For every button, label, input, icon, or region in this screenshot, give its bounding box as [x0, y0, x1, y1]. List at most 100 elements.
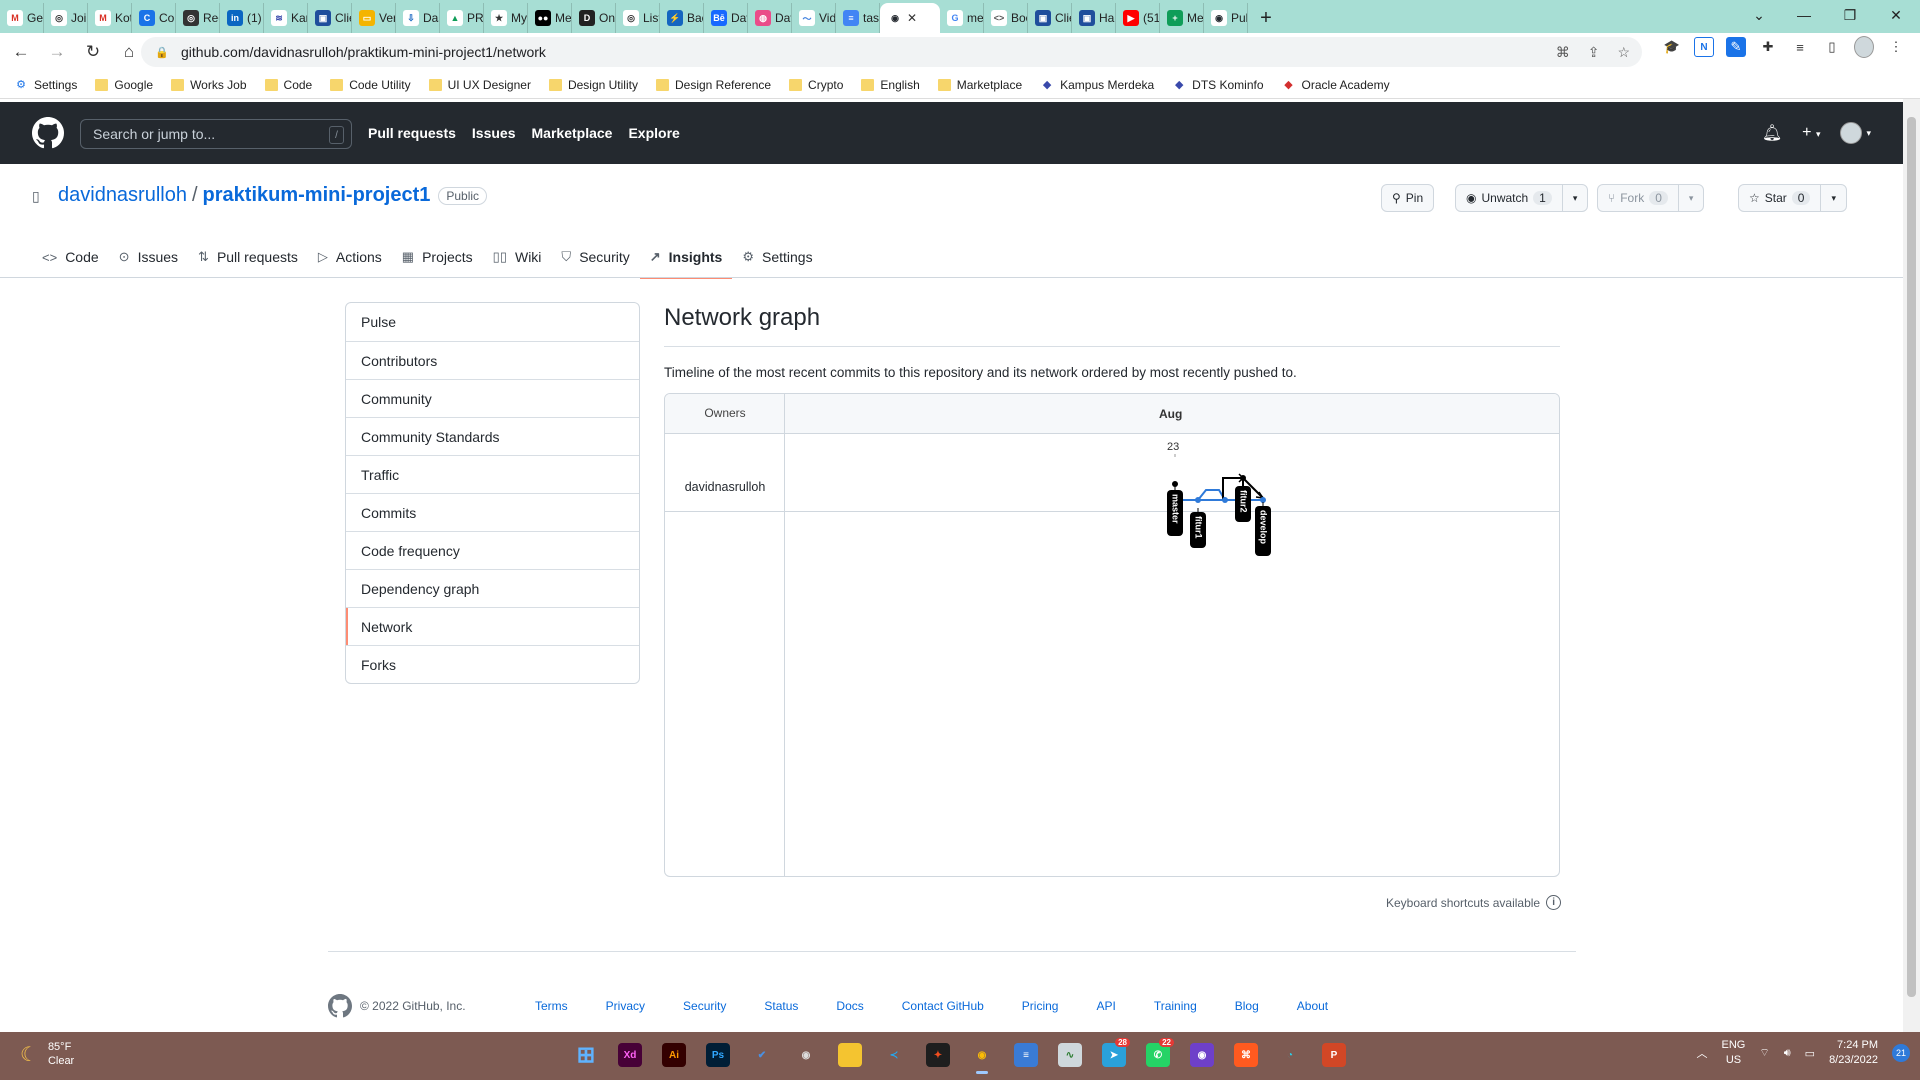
browser-tab-14[interactable]: ◎ List	[616, 3, 660, 33]
browser-after-tab-0[interactable]: Gme	[940, 3, 984, 33]
scrollbar-thumb[interactable]	[1907, 117, 1916, 997]
home-icon[interactable]: ⌂	[114, 37, 144, 67]
extension-pen-icon[interactable]: ✎	[1726, 37, 1746, 57]
bookmark-item[interactable]: ◆ Kampus Merdeka	[1040, 78, 1154, 92]
bookmark-item[interactable]: Code	[264, 78, 312, 92]
taskbar-app[interactable]: Xd	[614, 1038, 646, 1072]
tab-wiki[interactable]: ▯▯ Wiki	[483, 236, 552, 278]
browser-after-tab-6[interactable]: ◉ Pul	[1204, 3, 1248, 33]
github-logo-icon[interactable]	[32, 117, 64, 149]
browser-tab-0[interactable]: M Get	[0, 3, 44, 33]
tab-close-icon[interactable]: ✕	[907, 11, 917, 25]
taskbar-app[interactable]: ✆ 22	[1142, 1038, 1174, 1072]
address-bar[interactable]: 🔒 github.com/davidnasrulloh/praktikum-mi…	[141, 37, 1642, 67]
bookmark-item[interactable]: English	[861, 78, 920, 92]
sidebar-item-forks[interactable]: Forks	[346, 645, 639, 683]
extension-n-icon[interactable]: N	[1694, 37, 1714, 57]
browser-after-tab-1[interactable]: <> Boo	[984, 3, 1028, 33]
chrome-menu-icon[interactable]: ⋮	[1886, 37, 1906, 57]
tab-settings[interactable]: ⚙ Settings	[732, 236, 822, 278]
browser-tab-3[interactable]: C Cou	[132, 3, 176, 33]
taskbar-app[interactable]: ✔	[746, 1038, 778, 1072]
github-search-input[interactable]: Search or jump to... /	[80, 119, 352, 149]
weather-widget[interactable]: ☾ 85°F Clear	[20, 1040, 74, 1068]
browser-tab-9[interactable]: ⇩ Das	[396, 3, 440, 33]
tab-projects[interactable]: ▦ Projects	[392, 236, 483, 278]
taskbar-app[interactable]: ✦	[922, 1038, 954, 1072]
bookmark-item[interactable]: Google	[95, 78, 153, 92]
keyboard-shortcuts-hint[interactable]: Keyboard shortcuts available i	[1386, 895, 1562, 910]
reading-list-icon[interactable]: ≡	[1790, 37, 1810, 57]
tab-pull-requests[interactable]: ⇅ Pull requests	[188, 236, 308, 278]
taskbar-app[interactable]: ▬	[834, 1038, 866, 1072]
browser-tab-13[interactable]: D Onl	[572, 3, 616, 33]
restore-icon[interactable]: ❐	[1827, 0, 1873, 30]
browser-tab-5[interactable]: in (1)	[220, 3, 264, 33]
network-graph[interactable]: Owners Aug 23 davidnasrulloh master fitur…	[664, 393, 1560, 877]
browser-tab-4[interactable]: ◎ Reg	[176, 3, 220, 33]
footer-link-terms[interactable]: Terms	[535, 999, 568, 1013]
browser-tab-11[interactable]: ★ My	[484, 3, 528, 33]
window-close-icon[interactable]: ✕	[1873, 0, 1919, 30]
browser-tab-2[interactable]: M Kot	[88, 3, 132, 33]
nav-explore[interactable]: Explore	[628, 125, 679, 141]
browser-tab-10[interactable]: ▲ PRC	[440, 3, 484, 33]
sidebar-item-dependency-graph[interactable]: Dependency graph	[346, 569, 639, 607]
sidebar-item-community-standards[interactable]: Community Standards	[346, 417, 639, 455]
bookmark-item[interactable]: ⚙ Settings	[14, 78, 77, 92]
notifications-bell-icon[interactable]: 🔔︎	[1762, 123, 1782, 143]
unwatch-dropdown[interactable]: ▾	[1561, 185, 1588, 211]
bookmark-item[interactable]: Design Utility	[548, 78, 638, 92]
sidebar-item-traffic[interactable]: Traffic	[346, 455, 639, 493]
footer-link-pricing[interactable]: Pricing	[1022, 999, 1059, 1013]
minimize-icon[interactable]: —	[1781, 0, 1827, 30]
translate-icon[interactable]: ⌘	[1556, 44, 1570, 61]
tab-actions[interactable]: ▷ Actions	[308, 236, 392, 278]
bookmark-item[interactable]: Code Utility	[330, 78, 411, 92]
footer-link-training[interactable]: Training	[1154, 999, 1197, 1013]
tab-code[interactable]: <> Code	[32, 236, 109, 278]
bookmark-item[interactable]: Design Reference	[655, 78, 771, 92]
create-new-plus-icon[interactable]: + ▾	[1802, 124, 1820, 142]
tab-insights[interactable]: ↗ Insights	[639, 236, 733, 279]
taskbar-app[interactable]: ◉	[790, 1038, 822, 1072]
footer-link-contact-github[interactable]: Contact GitHub	[902, 999, 984, 1013]
reload-icon[interactable]: ↻	[78, 37, 108, 67]
browser-tab-12[interactable]: ●● Me	[528, 3, 572, 33]
browser-after-tab-3[interactable]: ▣ Hai	[1072, 3, 1116, 33]
browser-tab-active[interactable]: ◉ ✕	[880, 3, 940, 33]
volume-icon[interactable]: 🔊︎	[1784, 1047, 1791, 1060]
input-language[interactable]: ENG US	[1722, 1038, 1746, 1068]
battery-icon[interactable]: ▭	[1805, 1047, 1815, 1060]
bookmark-item[interactable]: Works Job	[171, 78, 247, 92]
taskbar-app[interactable]: ◔	[1274, 1038, 1306, 1072]
unwatch-button[interactable]: ◉ Unwatch 1 ▾	[1455, 184, 1589, 212]
footer-link-status[interactable]: Status	[764, 999, 798, 1013]
star-button[interactable]: ☆ Star 0 ▾	[1738, 184, 1847, 212]
browser-tab-7[interactable]: ▣ Clie	[308, 3, 352, 33]
extensions-puzzle-icon[interactable]: ✚	[1758, 37, 1778, 57]
bookmark-item[interactable]: Crypto	[789, 78, 843, 92]
taskbar-app[interactable]: ∿	[1054, 1038, 1086, 1072]
repo-owner-link[interactable]: davidnasrulloh	[58, 184, 187, 207]
user-avatar-menu[interactable]: ▾	[1840, 122, 1871, 144]
nav-marketplace[interactable]: Marketplace	[532, 125, 613, 141]
clock[interactable]: 7:24 PM 8/23/2022	[1829, 1038, 1878, 1068]
pin-button[interactable]: ⚲ Pin	[1381, 184, 1435, 212]
github-mark-icon[interactable]	[328, 994, 352, 1018]
browser-tab-8[interactable]: ▭ Ver	[352, 3, 396, 33]
nav-pull-requests[interactable]: Pull requests	[368, 125, 456, 141]
footer-link-security[interactable]: Security	[683, 999, 726, 1013]
tray-overflow-chevron-icon[interactable]: ︿	[1697, 1045, 1708, 1061]
tab-search-chevron-icon[interactable]: ⌄	[1736, 0, 1782, 30]
forward-icon[interactable]: →	[42, 37, 72, 67]
footer-link-privacy[interactable]: Privacy	[606, 999, 645, 1013]
sidebar-item-pulse[interactable]: Pulse	[346, 303, 639, 341]
taskbar-app[interactable]: ≡	[1010, 1038, 1042, 1072]
sidebar-item-contributors[interactable]: Contributors	[346, 341, 639, 379]
fork-dropdown[interactable]: ▾	[1677, 185, 1704, 211]
nav-issues[interactable]: Issues	[472, 125, 516, 141]
browser-tab-16[interactable]: Bē Dav	[704, 3, 748, 33]
share-icon[interactable]: ⇪	[1588, 44, 1600, 61]
taskbar-app[interactable]: ◉	[1186, 1038, 1218, 1072]
